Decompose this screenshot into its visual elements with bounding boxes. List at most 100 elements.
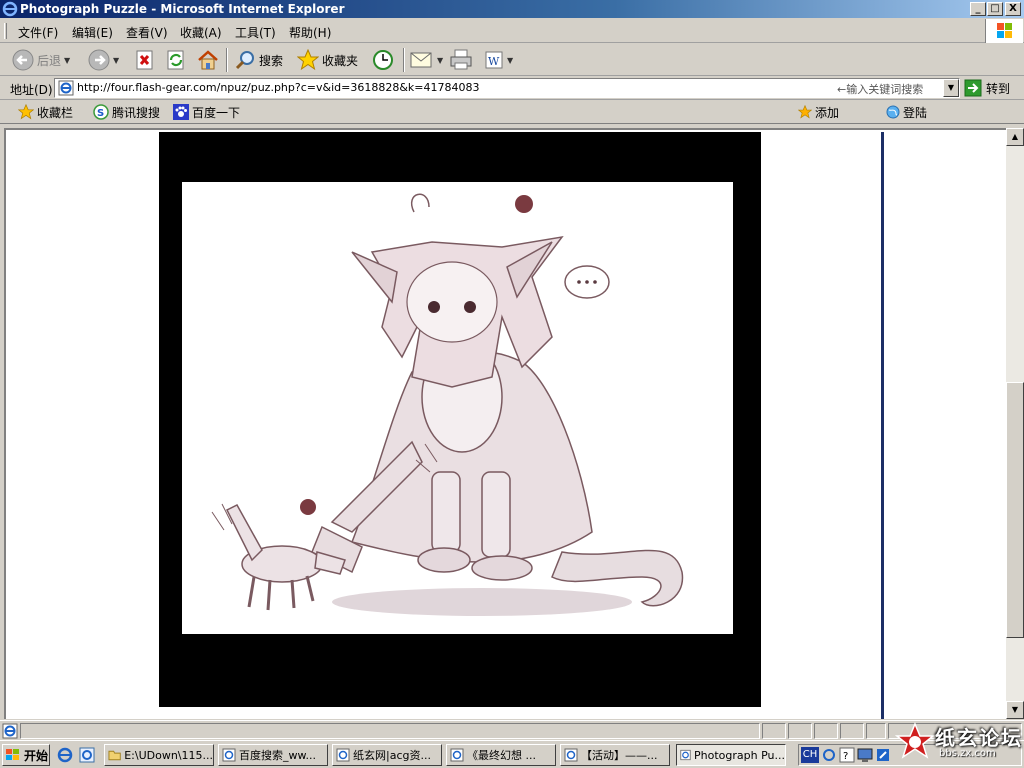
toolbar-separator [226,48,228,72]
history-button[interactable] [372,48,394,72]
folder-icon [108,750,121,761]
print-button[interactable] [449,48,473,72]
home-button[interactable] [197,48,219,72]
search-label: 搜索 [259,53,284,68]
windows-flag-icon [6,749,19,760]
quicklaunch-desktop-icon[interactable] [78,746,96,764]
taskbar-item[interactable]: 百度搜索_ww... [218,744,328,766]
edit-button[interactable]: W ▼ [484,48,513,72]
vertical-scrollbar[interactable]: ▲ ▼ [1006,128,1024,719]
puzzle-image[interactable] [182,182,733,634]
menu-tools[interactable]: 工具(T) [235,24,276,41]
start-label: 开始 [24,748,49,763]
login-button[interactable]: 登陆 [886,104,927,120]
ie-page-icon [450,748,464,762]
edit-dropdown-icon[interactable]: ▼ [507,56,513,65]
ie-page-icon [336,748,350,762]
task-label: 【活动】——... [581,749,658,762]
svg-text:W: W [488,55,500,68]
address-label: 地址(D) [10,83,53,97]
add-label: 添加 [815,105,840,120]
login-globe-icon [886,105,900,119]
address-dropdown-icon[interactable]: ▼ [943,79,959,97]
task-label: 《最终幻想 ... [467,749,536,762]
taskbar-item[interactable]: E:\UDown\115... [104,744,214,766]
mail-dropdown-icon[interactable]: ▼ [437,56,443,65]
scroll-down-button[interactable]: ▼ [1006,701,1024,719]
svg-text:S: S [97,108,104,119]
back-label: 后退 [37,53,62,68]
puzzle-frame[interactable] [159,132,761,707]
stop-button[interactable] [135,48,155,72]
tencent-label: 腾讯搜搜 [112,105,161,120]
watermark-sub: bbs.zx.com [939,748,996,759]
status-panel [788,723,812,739]
svg-text:?: ? [843,751,848,762]
task-label: E:\UDown\115... [124,748,213,762]
toolbar-separator [403,48,405,72]
go-arrow-icon [964,79,982,97]
quicklaunch-ie-icon[interactable] [56,746,74,764]
search-icon [235,51,254,70]
close-button[interactable]: X [1005,2,1021,16]
tray-monitor-icon[interactable] [857,747,873,763]
menu-edit[interactable]: 编辑(E) [72,24,113,41]
search-button[interactable]: 搜索 [234,48,283,72]
refresh-button[interactable] [166,48,186,72]
minimize-button[interactable]: _ [970,2,986,16]
history-icon [373,50,393,70]
taskbar-item-active[interactable]: Photograph Pu... [676,744,786,766]
status-panel [840,723,864,739]
forward-dropdown-icon[interactable]: ▼ [113,56,119,65]
ie-page-icon [680,749,691,761]
refresh-icon [167,50,184,70]
forward-button[interactable]: ▼ [88,48,119,72]
tray-ie-icon[interactable] [821,747,837,763]
window-title: Photograph Puzzle - Microsoft Internet E… [20,2,345,16]
menu-bar: 文件(F) 编辑(E) 查看(V) 收藏(A) 工具(T) 帮助(H) [0,19,1024,43]
title-bar: Photograph Puzzle - Microsoft Internet E… [0,0,1024,18]
go-button[interactable]: 转到 [964,78,1022,98]
taskbar-item[interactable]: 纸玄网|acg资... [332,744,442,766]
back-button[interactable]: 后退 ▼ [12,48,70,72]
task-label: 纸玄网|acg资... [353,749,431,762]
tencent-search-link[interactable]: S 腾讯搜搜 [93,104,160,120]
address-bar: 地址(D) http://four.flash-gear.com/npuz/pu… [0,77,1024,100]
go-label: 转到 [986,81,1011,96]
favorites-label: 收藏夹 [322,53,359,68]
taskbar-item[interactable]: 【活动】——... [560,744,670,766]
edit-icon: W [485,51,503,69]
scroll-thumb[interactable] [1006,382,1024,638]
taskbar-item[interactable]: 《最终幻想 ... [446,744,556,766]
forward-arrow-icon [88,49,110,71]
scroll-up-button[interactable]: ▲ [1006,128,1024,146]
search-hint: ←输入关键词搜索 [837,83,924,96]
menu-view[interactable]: 查看(V) [126,24,168,41]
language-indicator[interactable]: CH [801,747,819,763]
address-input[interactable]: http://four.flash-gear.com/npuz/puz.php?… [54,78,960,98]
tray-help-icon[interactable]: ? [839,747,855,763]
stop-icon [136,50,153,70]
add-button[interactable]: 添加 [798,104,839,120]
login-label: 登陆 [903,105,928,120]
start-button[interactable]: 开始 [2,744,50,766]
favorites-button[interactable]: 收藏夹 [297,48,358,72]
maximize-button[interactable]: □ [987,2,1003,16]
task-label: Photograph Pu... [694,748,785,762]
back-dropdown-icon[interactable]: ▼ [64,56,70,65]
baidu-link[interactable]: 百度一下 [173,104,240,120]
menu-help[interactable]: 帮助(H) [289,24,331,41]
tray-app-icon[interactable] [875,747,891,763]
favbar-link[interactable]: 收藏栏 [18,104,73,120]
status-bar [0,720,1024,740]
anime-girl-illustration [182,182,733,634]
windows-logo-icon [985,19,1023,43]
baidu-paw-icon [173,104,189,120]
page-ie-icon [58,80,74,96]
baidu-label: 百度一下 [192,105,241,120]
toolbar: 后退 ▼ ▼ 搜索 收藏夹 ▼ W ▼ [0,44,1024,76]
menu-file[interactable]: 文件(F) [18,24,58,41]
menu-favorites[interactable]: 收藏(A) [180,24,222,41]
forum-watermark: 纸玄论坛 bbs.zx.com [895,718,1024,768]
mail-button[interactable]: ▼ [410,48,443,72]
